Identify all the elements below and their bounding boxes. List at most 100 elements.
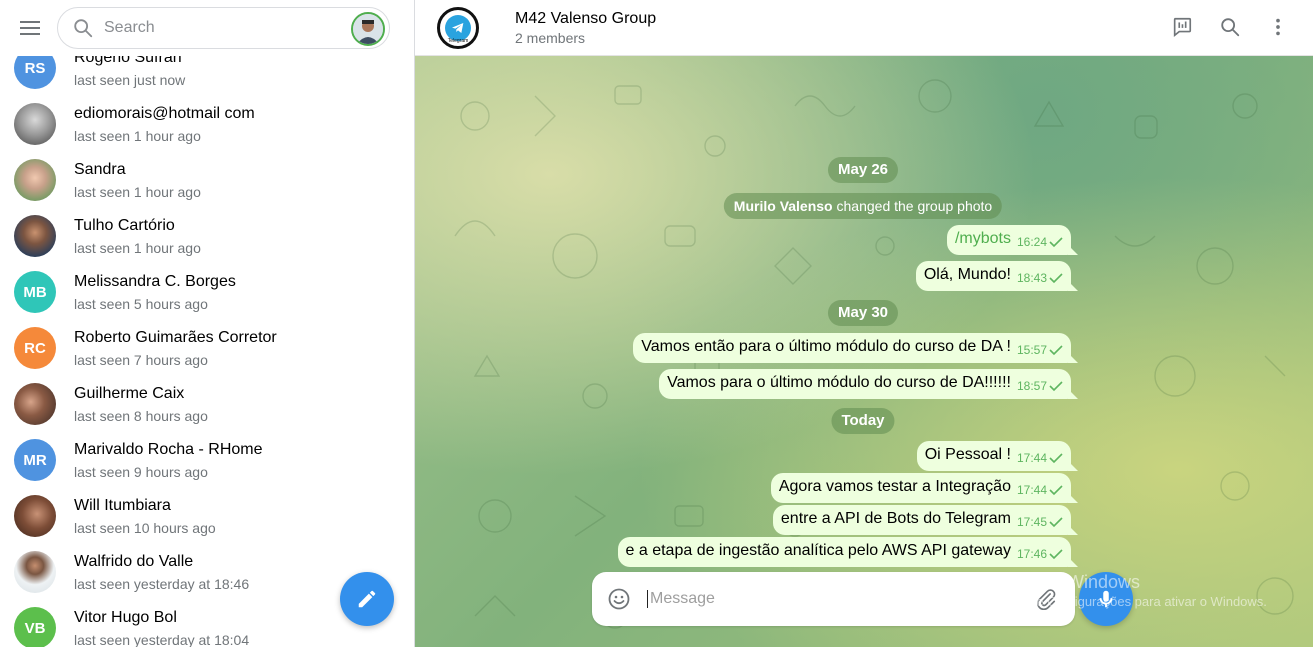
chat-status: last seen 8 hours ago	[74, 407, 208, 424]
chat-status: last seen 9 hours ago	[74, 463, 208, 480]
check-icon	[1049, 549, 1063, 560]
chat-status: last seen 1 hour ago	[74, 183, 201, 200]
chat-status: last seen yesterday at 18:04	[74, 631, 250, 647]
message-text: Agora vamos testar a Integração	[778, 478, 1011, 495]
avatar	[14, 159, 56, 201]
chat-name: Will Itumbiara	[74, 496, 171, 514]
chat-name: ediomorais@hotmail com	[74, 104, 255, 122]
chat-status: last seen 7 hours ago	[74, 351, 208, 368]
avatar	[14, 103, 56, 145]
service-message: Murilo Valenso changed the group photo	[723, 193, 1003, 219]
message-time: 17:45	[1016, 515, 1047, 529]
chat-name: Sandra	[74, 160, 126, 178]
avatar	[14, 495, 56, 537]
chat-name: Walfrido do Valle	[74, 552, 194, 570]
avatar	[14, 551, 56, 593]
voice-record-button[interactable]	[1079, 572, 1133, 626]
chat-name: Tulho Cartório	[74, 216, 175, 234]
telegram-web-app: RS Rogério Sufran last seen just now edio…	[0, 0, 1313, 647]
left-sidebar: RS Rogério Sufran last seen just now edio…	[0, 0, 415, 647]
pencil-icon	[358, 590, 376, 608]
message-time: 18:43	[1016, 271, 1047, 285]
search-box[interactable]	[57, 7, 390, 49]
chat-status: last seen 10 hours ago	[74, 519, 216, 536]
message-text: e a etapa de ingestão analítica pelo AWS…	[625, 542, 1011, 559]
paperclip-icon[interactable]	[1033, 586, 1059, 612]
check-icon	[1049, 237, 1063, 248]
check-icon	[1049, 485, 1063, 496]
message-time: 18:57	[1016, 379, 1047, 393]
menu-icon[interactable]	[12, 10, 48, 46]
check-icon	[1049, 273, 1063, 284]
chat-list-item[interactable]: Sandra last seen 1 hour ago	[0, 152, 414, 208]
date-separator: May 26	[827, 157, 899, 183]
dots-vertical-icon[interactable]	[1265, 14, 1291, 40]
group-avatar[interactable]: Telegram	[437, 6, 479, 49]
chat-name: Guilherme Caix	[74, 384, 185, 402]
message-time: 17:44	[1016, 483, 1047, 497]
chat-list-item[interactable]: MR Marivaldo Rocha - RHome last seen 9 ho…	[0, 432, 414, 488]
message-bubble[interactable]: Vamos para o último módulo do curso de D…	[659, 369, 1071, 399]
chat-status: last seen just now	[74, 71, 186, 88]
message-bubble[interactable]: Vamos então para o último módulo do curs…	[633, 333, 1071, 363]
member-count: 2 members	[515, 29, 586, 46]
chat-title: M42 Valenso Group	[515, 9, 657, 27]
chat-list-item[interactable]: RC Roberto Guimarães Corretor last seen 7…	[0, 320, 414, 376]
sidebar-topbar	[0, 0, 414, 56]
message-input[interactable]	[647, 590, 1017, 608]
message-bubble[interactable]: /mybots 16:24	[946, 225, 1071, 255]
date-separator: Today	[831, 408, 895, 434]
message-text: entre a API de Bots do Telegram	[780, 510, 1011, 527]
chat-name: Melissandra C. Borges	[74, 272, 236, 290]
search-input[interactable]	[104, 19, 324, 37]
message-text: Olá, Mundo!	[923, 266, 1011, 283]
message-bubble[interactable]: Oi Pessoal ! 17:44	[916, 441, 1071, 471]
message-time: 17:44	[1016, 451, 1047, 465]
date-separator: May 30	[827, 300, 899, 326]
chat-list-item[interactable]: MB Melissandra C. Borges last seen 5 hour…	[0, 264, 414, 320]
message-time: 16:24	[1016, 235, 1047, 249]
avatar[interactable]	[351, 12, 385, 46]
message-time: 17:46	[1016, 547, 1047, 561]
chat-list-item[interactable]: Will Itumbiara last seen 10 hours ago	[0, 488, 414, 544]
chat-status: last seen 1 hour ago	[74, 239, 201, 256]
message-text: Oi Pessoal !	[924, 446, 1011, 463]
chat-pane: Telegram M42 Valenso Group 2 members May…	[415, 0, 1313, 647]
chat-name: Marivaldo Rocha - RHome	[74, 440, 263, 458]
chat-header[interactable]: Telegram M42 Valenso Group 2 members	[415, 0, 1313, 56]
message-time: 15:57	[1016, 343, 1047, 357]
chat-name: Roberto Guimarães Corretor	[74, 328, 277, 346]
avatar	[14, 383, 56, 425]
message-text: Vamos então para o último módulo do curs…	[641, 338, 1011, 355]
chat-status: last seen 5 hours ago	[74, 295, 208, 312]
poll-icon[interactable]	[1169, 14, 1195, 40]
avatar-caption: Telegram	[447, 37, 469, 44]
service-actor: Murilo Valenso	[733, 198, 833, 214]
avatar: MR	[14, 439, 56, 481]
message-list: May 26 Murilo Valenso changed the group …	[415, 56, 1313, 647]
microphone-icon	[1099, 590, 1113, 608]
chat-name: Vitor Hugo Bol	[74, 608, 177, 626]
message-composer	[592, 572, 1075, 626]
message-bubble[interactable]: entre a API de Bots do Telegram 17:45	[772, 505, 1071, 535]
check-icon	[1049, 345, 1063, 356]
message-bubble[interactable]: e a etapa de ingestão analítica pelo AWS…	[617, 537, 1071, 567]
search-icon[interactable]	[1217, 14, 1243, 40]
avatar: RC	[14, 327, 56, 369]
chat-status: last seen 1 hour ago	[74, 127, 201, 144]
chat-list: RS Rogério Sufran last seen just now edio…	[0, 40, 414, 647]
new-message-button[interactable]	[340, 572, 394, 626]
message-text[interactable]: /mybots	[955, 229, 1011, 249]
avatar: MB	[14, 271, 56, 313]
message-text: Vamos para o último módulo do curso de D…	[667, 374, 1011, 391]
chat-list-item[interactable]: Guilherme Caix last seen 8 hours ago	[0, 376, 414, 432]
emoji-icon[interactable]	[605, 585, 633, 613]
chat-list-item[interactable]: ediomorais@hotmail com last seen 1 hour a…	[0, 96, 414, 152]
avatar	[14, 215, 56, 257]
check-icon	[1049, 453, 1063, 464]
service-text: changed the group photo	[832, 198, 993, 214]
message-bubble[interactable]: Olá, Mundo! 18:43	[915, 261, 1071, 291]
chat-list-item[interactable]: Tulho Cartório last seen 1 hour ago	[0, 208, 414, 264]
message-bubble[interactable]: Agora vamos testar a Integração 17:44	[770, 473, 1071, 503]
avatar: VB	[14, 607, 56, 647]
